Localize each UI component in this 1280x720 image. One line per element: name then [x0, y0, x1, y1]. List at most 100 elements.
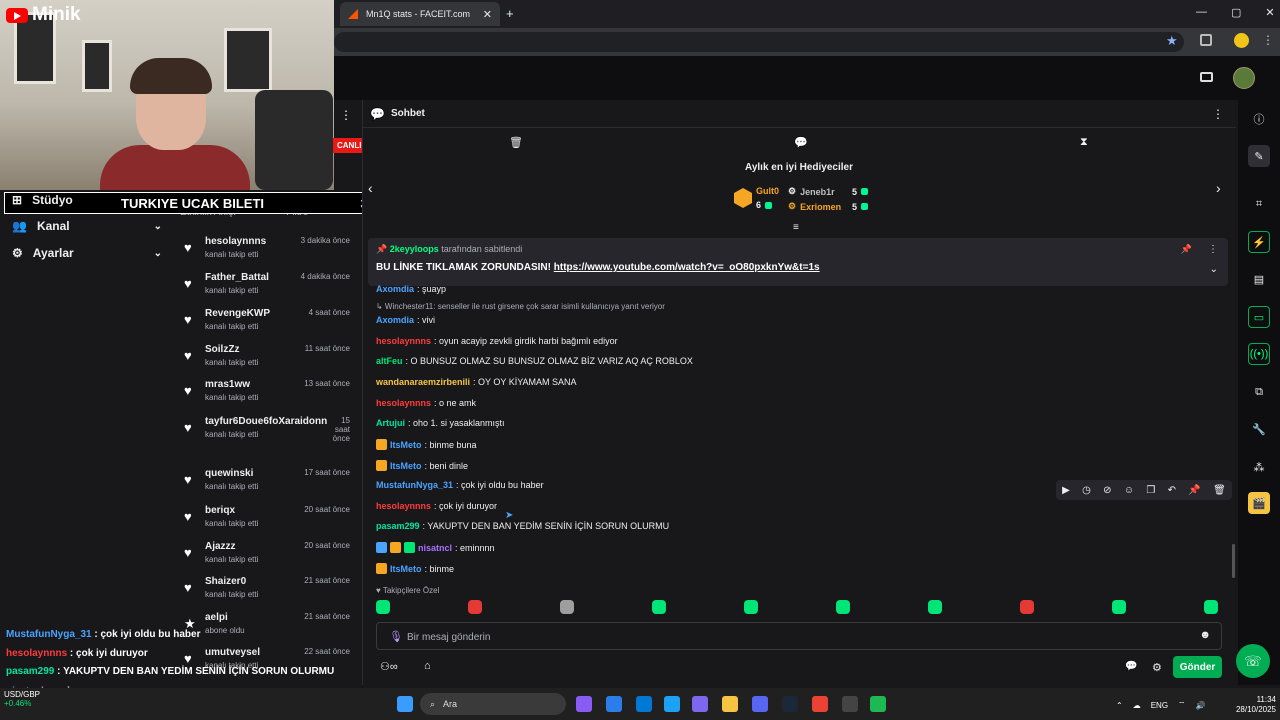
emoji-icon[interactable]: ☺	[1124, 485, 1134, 496]
nav-item-studyo[interactable]: ⊞ Stüdyo	[12, 193, 162, 207]
layers-icon[interactable]: ⧉	[1248, 381, 1270, 403]
chat-message[interactable]: wandanaraemzirbenili: OY OY KİYAMAM SANA	[376, 377, 577, 387]
chat-message[interactable]: altFeu: O BUNSUZ OLMAZ SU BUNSUZ OLMAZ B…	[376, 356, 693, 366]
feed-row[interactable]: ♥ hesolaynnns kanalı takip etti 3 dakika ön…	[184, 236, 354, 270]
feed-row[interactable]: ♥ Ajazzz kanalı takip etti 20 saat önce	[184, 541, 354, 575]
clock[interactable]: 11:34 28/10/2025	[1236, 695, 1276, 715]
collapse-icon[interactable]: ≡	[793, 222, 799, 233]
chat-username[interactable]: ItsMeto	[390, 564, 422, 574]
taskbar-app-icon[interactable]	[576, 696, 592, 712]
trash-icon[interactable]: 🗑	[509, 136, 523, 149]
chat-message[interactable]: hesolaynnns: çok iyi duruyor	[376, 501, 497, 511]
feed-row[interactable]: ♥ Father_Battal kanalı takip etti 4 dakika …	[184, 272, 354, 306]
bookmark-star-icon[interactable]: ★	[1166, 33, 1178, 49]
chat-message[interactable]: Axomdia: şuayp	[376, 284, 446, 294]
chat-username[interactable]: wandanaraemzirbenili	[376, 377, 470, 387]
onedrive-icon[interactable]: ☁	[1133, 701, 1141, 710]
emote-icon[interactable]	[928, 600, 942, 614]
chat-settings-bubble-icon[interactable]: 💬	[1125, 661, 1137, 672]
help-button[interactable]: ☏	[1236, 644, 1270, 678]
clapper-icon[interactable]: 🎬	[1248, 492, 1270, 514]
pencil-icon[interactable]: ✎	[1248, 145, 1270, 167]
chat-message[interactable]: Artujui: oho 1. si yasaklanmıştı	[376, 418, 505, 428]
taskbar-app-icon[interactable]	[722, 696, 738, 712]
unpin-icon[interactable]: 📌	[1181, 244, 1192, 255]
taskbar-app-icon[interactable]	[870, 696, 886, 712]
omnibox[interactable]	[334, 32, 1184, 52]
copy-icon[interactable]: ❐	[1146, 485, 1155, 496]
emote-icon[interactable]	[744, 600, 758, 614]
points-icon[interactable]: ⚇∞	[380, 660, 398, 673]
chat-username[interactable]: Artujui	[376, 418, 405, 428]
microphone-icon[interactable]: 🎙	[389, 630, 403, 643]
new-tab-button[interactable]: +	[506, 6, 514, 21]
share-icon[interactable]: ⁂	[1248, 456, 1270, 478]
pinned-link[interactable]: https://www.youtube.com/watch?v=_oO80pxk…	[554, 262, 820, 273]
info-icon[interactable]: ⓘ	[1248, 108, 1270, 130]
feed-row[interactable]: ♥ tayfur6Doue6foXaraidonn kanalı takip ett…	[184, 416, 354, 450]
broadcast-icon[interactable]: ((•))	[1248, 343, 1270, 365]
taskbar-search[interactable]: ⌕ Ara	[420, 693, 566, 715]
chat-message[interactable]: Axomdia: vivi	[376, 315, 435, 325]
chat-username[interactable]: Axomdia	[376, 315, 414, 325]
feed-row[interactable]: ♥ quewinski kanalı takip etti 17 saat önce	[184, 468, 354, 502]
feed-row[interactable]: ♥ mras1ww kanalı takip etti 13 saat önce	[184, 379, 354, 413]
feed-row[interactable]: ♥ RevengeKWP kanalı takip etti 4 saat önce	[184, 308, 354, 342]
taskbar-app-icon[interactable]	[664, 696, 680, 712]
chat-username[interactable]: ItsMeto	[390, 440, 422, 450]
chat-username[interactable]: altFeu	[376, 356, 403, 366]
gift-icon[interactable]	[1200, 72, 1213, 82]
wifi-icon[interactable]: ⌔	[1178, 700, 1186, 710]
emote-icon[interactable]	[560, 600, 574, 614]
chevron-down-icon[interactable]: ⌄	[1210, 264, 1218, 275]
chat-username[interactable]: nisatncl	[418, 543, 452, 553]
lightning-icon[interactable]: ⚡	[1248, 231, 1270, 253]
emoji-picker-icon[interactable]: ☻	[1199, 629, 1211, 641]
chat-message[interactable]: ItsMeto: binme buna	[376, 439, 477, 450]
chat-username[interactable]: Axomdia	[376, 284, 414, 294]
emote-icon[interactable]	[1020, 600, 1034, 614]
taskbar-app-icon[interactable]	[606, 696, 622, 712]
chat-message[interactable]: pasam299: YAKUPTV DEN BAN YEDİM SENİN İÇ…	[376, 521, 669, 531]
pinned-menu-icon[interactable]: ⋮	[1208, 244, 1218, 255]
ticker-widget[interactable]: USD/GBP +0.46%	[4, 690, 40, 708]
extensions-icon[interactable]	[1200, 34, 1212, 46]
chat-username[interactable]: MustafunNyga_31	[376, 480, 453, 490]
feed-row[interactable]: ♥ beriqx kanalı takip etti 20 saat önce	[184, 505, 354, 539]
send-button[interactable]: Gönder	[1173, 656, 1222, 678]
maximize-button[interactable]: ▢	[1231, 6, 1241, 19]
minimize-button[interactable]: —	[1196, 6, 1207, 19]
chat-message[interactable]: ItsMeto: binme	[376, 563, 454, 574]
gifter-1[interactable]: Gult0	[756, 186, 779, 196]
chat-message[interactable]: nisatncl: eminnnn	[376, 542, 495, 553]
tab-close-icon[interactable]: ✕	[483, 8, 492, 21]
nav-item-ayarlar[interactable]: ⚙ Ayarlar ⌄	[12, 246, 162, 260]
feed-row[interactable]: ♥ Shaizer0 kanalı takip etti 21 saat önce	[184, 576, 354, 610]
delete-icon[interactable]: 🗑	[1213, 485, 1226, 496]
pin-icon[interactable]: 📌	[1188, 485, 1200, 496]
close-window-button[interactable]: ✕	[1265, 6, 1274, 19]
chevron-right-icon[interactable]: ›	[1216, 180, 1221, 196]
reply-icon[interactable]: ↶	[1168, 485, 1176, 496]
chevron-left-icon[interactable]: ‹	[368, 180, 373, 196]
chat-message[interactable]: ItsMeto: beni dinle	[376, 460, 468, 471]
chat-message[interactable]: hesolaynnns: o ne amk	[376, 398, 476, 408]
chat-menu-icon[interactable]: ⋮	[1212, 107, 1224, 121]
tray-chevron-icon[interactable]: ⌃	[1116, 701, 1123, 710]
tab-faceit[interactable]: Mn1Q stats - FACEIT.com ✕	[340, 2, 500, 26]
taskbar-app-icon[interactable]	[692, 696, 708, 712]
more-icon[interactable]: ⋮	[340, 108, 352, 122]
clock-icon[interactable]: ◷	[1082, 485, 1091, 496]
browser-menu-icon[interactable]: ⋮	[1262, 33, 1274, 47]
emote-icon[interactable]	[1112, 600, 1126, 614]
gifter-3[interactable]: ⚙ Exriomen 5	[788, 201, 868, 212]
chat-bubble-icon[interactable]: ▭	[1248, 306, 1270, 328]
chat-input[interactable]	[407, 627, 1187, 647]
emote-icon[interactable]	[1204, 600, 1218, 614]
chat-scrollbar[interactable]	[1232, 544, 1235, 578]
profile-avatar[interactable]	[1234, 33, 1249, 48]
chat-icon[interactable]: 💬	[794, 136, 808, 149]
emote-icon[interactable]	[468, 600, 482, 614]
nav-item-kanal[interactable]: 👥 Kanal ⌄	[12, 219, 162, 233]
feed-row[interactable]: ♥ SoilzZz kanalı takip etti 11 saat önce	[184, 344, 354, 378]
